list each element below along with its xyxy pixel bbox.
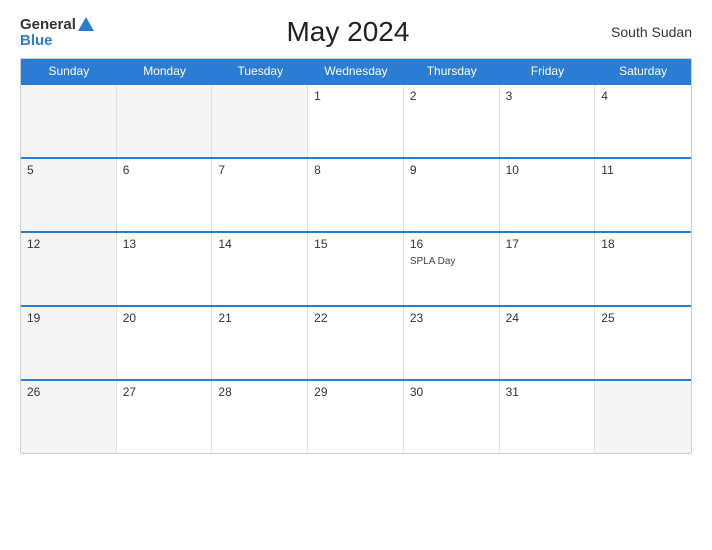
cell-w2-sat: 11 (595, 159, 691, 231)
cell-w2-fri: 10 (500, 159, 596, 231)
cell-w1-sun (21, 85, 117, 157)
cell-w5-wed: 29 (308, 381, 404, 453)
cell-w4-mon: 20 (117, 307, 213, 379)
cell-w1-fri: 3 (500, 85, 596, 157)
cell-w5-fri: 31 (500, 381, 596, 453)
week-5: 26 27 28 29 30 31 (21, 379, 691, 453)
cell-w1-tue (212, 85, 308, 157)
calendar-title: May 2024 (94, 16, 602, 48)
cell-w2-sun: 5 (21, 159, 117, 231)
cell-w1-sat: 4 (595, 85, 691, 157)
header-thursday: Thursday (404, 59, 500, 83)
logo-general-text: General (20, 17, 76, 32)
page: General Blue May 2024 South Sudan Sunday… (0, 0, 712, 550)
week-1: 1 2 3 4 (21, 83, 691, 157)
cell-w4-thu: 23 (404, 307, 500, 379)
cell-w5-thu: 30 (404, 381, 500, 453)
cell-w3-sat: 18 (595, 233, 691, 305)
cell-w2-wed: 8 (308, 159, 404, 231)
cell-w5-tue: 28 (212, 381, 308, 453)
header-sunday: Sunday (21, 59, 117, 83)
cell-w2-mon: 6 (117, 159, 213, 231)
logo-triangle-icon (78, 17, 94, 31)
header-tuesday: Tuesday (212, 59, 308, 83)
logo-blue-text: Blue (20, 33, 94, 48)
cell-w5-mon: 27 (117, 381, 213, 453)
cell-w2-thu: 9 (404, 159, 500, 231)
header-friday: Friday (500, 59, 596, 83)
header-monday: Monday (117, 59, 213, 83)
cell-w3-tue: 14 (212, 233, 308, 305)
calendar-body: 1 2 3 4 5 6 7 8 9 10 11 12 13 14 15 (21, 83, 691, 453)
cell-w3-wed: 15 (308, 233, 404, 305)
cell-w4-fri: 24 (500, 307, 596, 379)
cell-w3-thu: 16 SPLA Day (404, 233, 500, 305)
logo: General Blue (20, 17, 94, 48)
country-label: South Sudan (602, 24, 692, 40)
cell-w5-sat (595, 381, 691, 453)
week-3: 12 13 14 15 16 SPLA Day 17 18 (21, 231, 691, 305)
cell-w3-sun: 12 (21, 233, 117, 305)
header-saturday: Saturday (595, 59, 691, 83)
calendar-header: Sunday Monday Tuesday Wednesday Thursday… (21, 59, 691, 83)
cell-w4-sun: 19 (21, 307, 117, 379)
week-2: 5 6 7 8 9 10 11 (21, 157, 691, 231)
cell-w3-fri: 17 (500, 233, 596, 305)
cell-w5-sun: 26 (21, 381, 117, 453)
cell-w1-wed: 1 (308, 85, 404, 157)
week-4: 19 20 21 22 23 24 25 (21, 305, 691, 379)
calendar: Sunday Monday Tuesday Wednesday Thursday… (20, 58, 692, 454)
cell-w4-wed: 22 (308, 307, 404, 379)
cell-w1-thu: 2 (404, 85, 500, 157)
cell-w3-mon: 13 (117, 233, 213, 305)
cell-w4-tue: 21 (212, 307, 308, 379)
cell-w1-mon (117, 85, 213, 157)
header-wednesday: Wednesday (308, 59, 404, 83)
cell-w4-sat: 25 (595, 307, 691, 379)
cell-w2-tue: 7 (212, 159, 308, 231)
header: General Blue May 2024 South Sudan (20, 16, 692, 48)
